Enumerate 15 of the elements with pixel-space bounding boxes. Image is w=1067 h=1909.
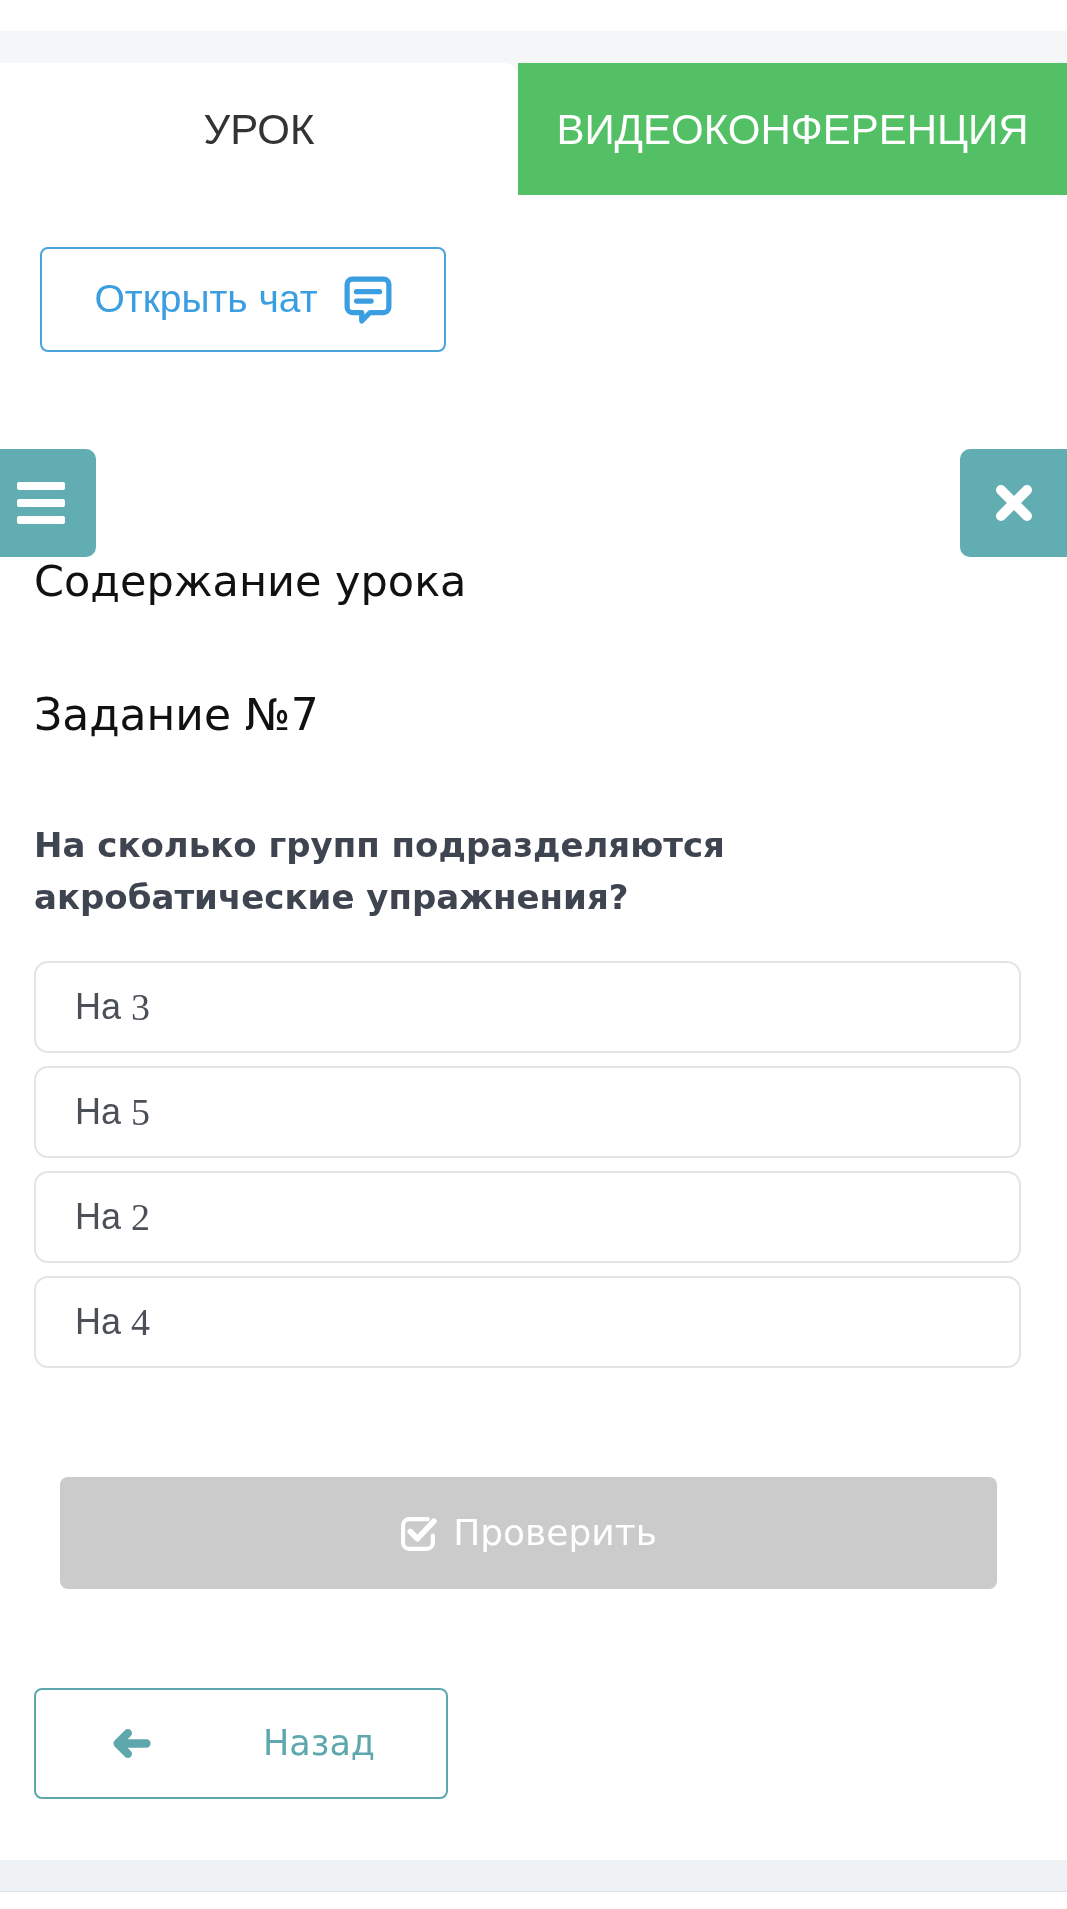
tab[interactable]: УРОК xyxy=(0,63,518,195)
answer-option[interactable]: На 4 xyxy=(34,1276,1021,1368)
close-icon xyxy=(994,484,1033,522)
chat-bubble-icon xyxy=(343,275,392,324)
menu-icon xyxy=(17,482,65,524)
question-text: На сколько групп подразделяются акробатические упражнения? xyxy=(34,824,726,919)
close-button[interactable] xyxy=(960,449,1067,557)
answer-option[interactable]: На 3 xyxy=(34,961,1021,1053)
arrow-left-icon xyxy=(112,1728,151,1759)
lesson-contents-title: Содержание урока xyxy=(34,557,467,605)
check-square-icon xyxy=(400,1514,439,1552)
task-title: Задание №7 xyxy=(34,691,319,739)
menu-button[interactable] xyxy=(0,449,96,557)
answer-option[interactable]: На 2 xyxy=(34,1171,1021,1263)
answer-option[interactable]: На 5 xyxy=(34,1066,1021,1158)
